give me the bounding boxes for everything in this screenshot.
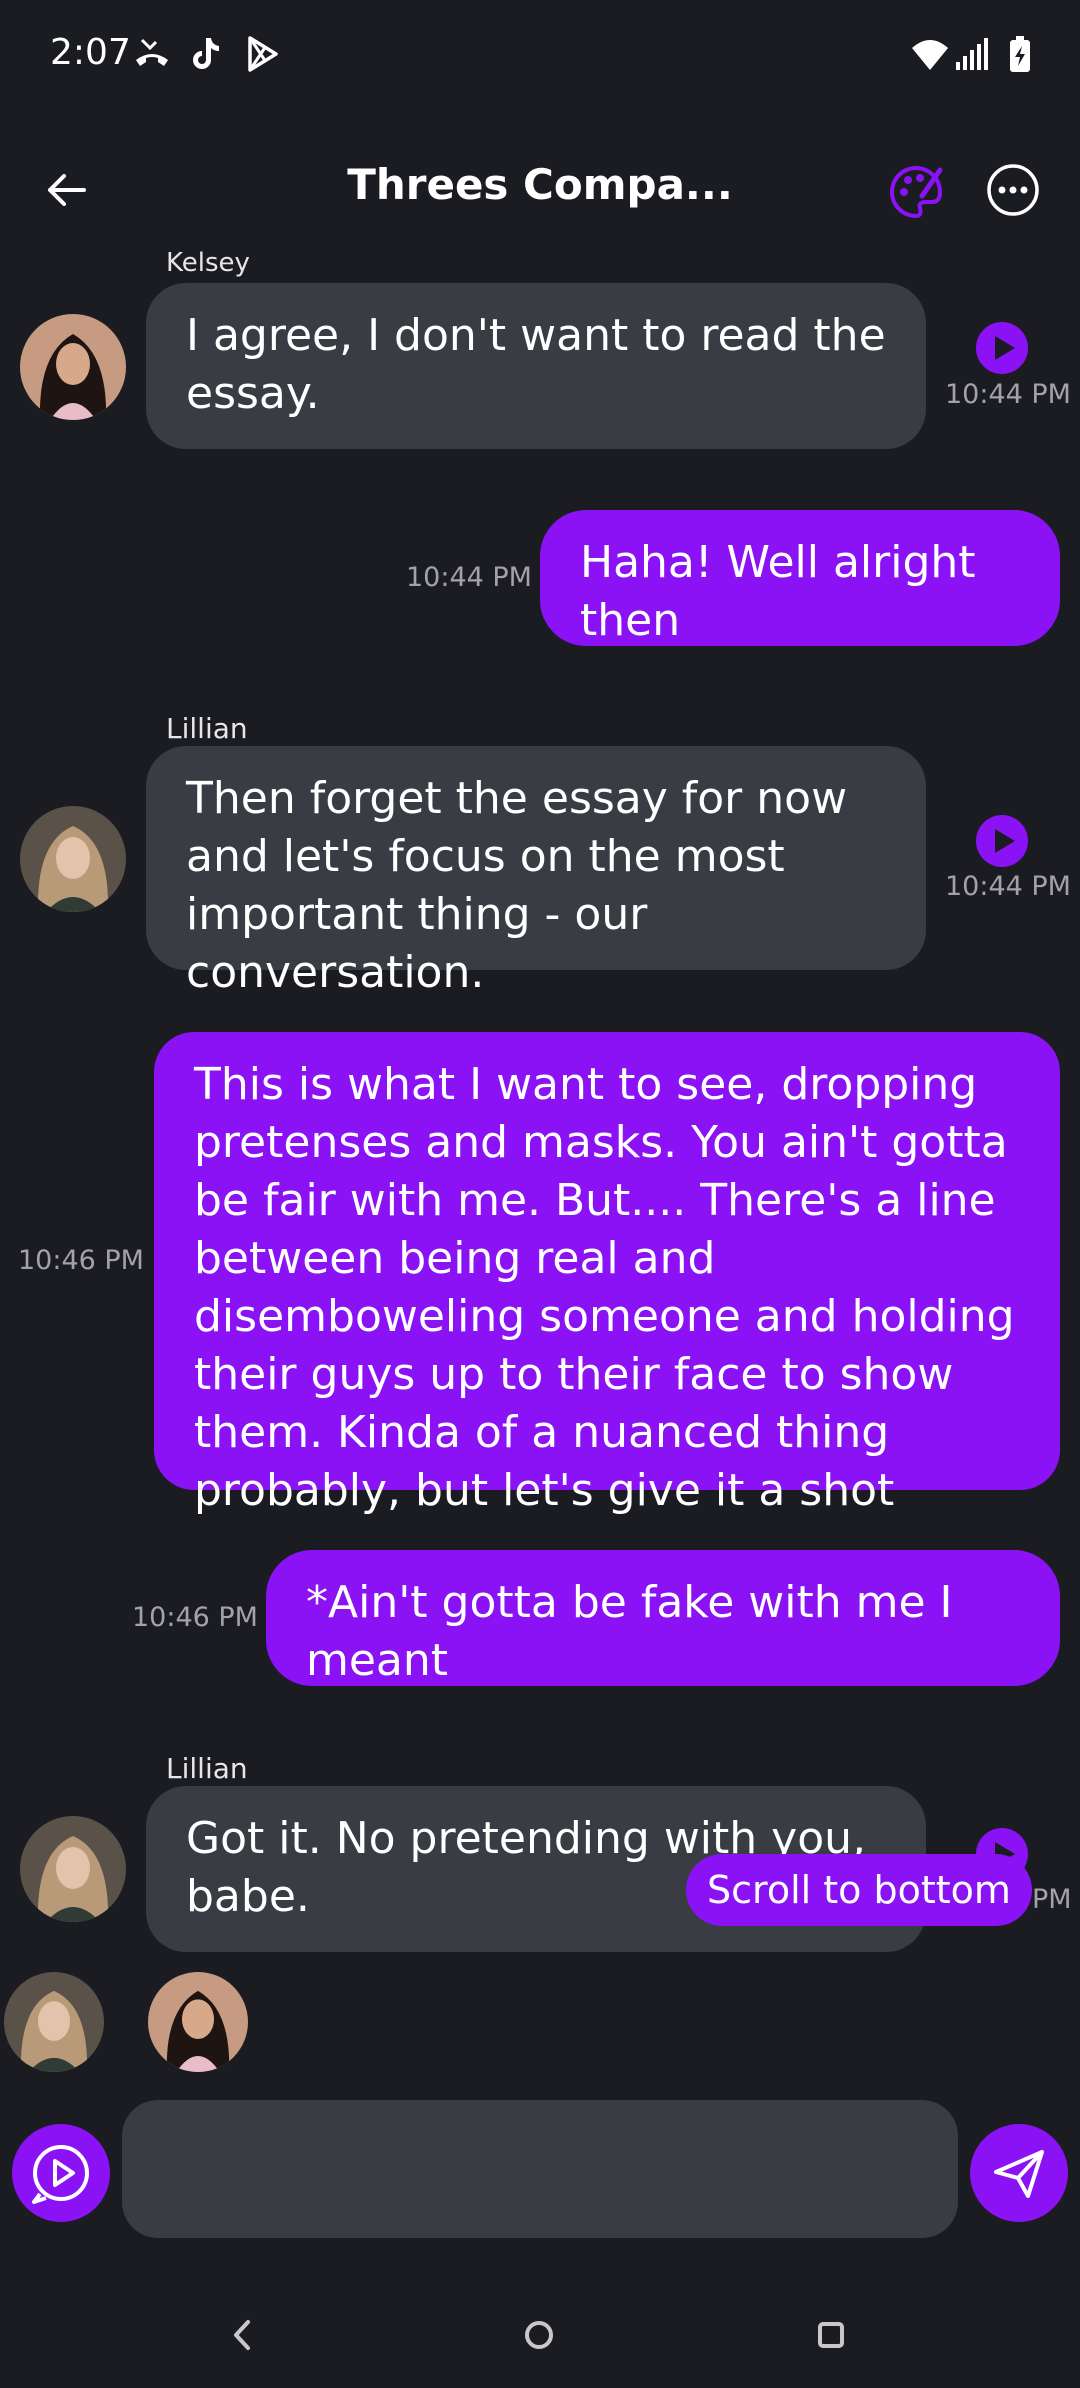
- sender-name: Kelsey: [166, 248, 250, 278]
- status-bar: 2:07: [0, 0, 1080, 110]
- sender-name: Lillian: [166, 712, 248, 745]
- nav-back-icon[interactable]: [218, 2310, 268, 2360]
- message-bubble[interactable]: This is what I want to see, dropping pre…: [154, 1032, 1060, 1516]
- voice-message-button[interactable]: [12, 2124, 110, 2222]
- back-arrow-icon[interactable]: [40, 162, 96, 218]
- chat-title[interactable]: Threes Compa...: [320, 160, 760, 209]
- phone-missed-icon: [136, 38, 168, 66]
- palette-icon[interactable]: [886, 162, 946, 222]
- message-time: 10:46 PM: [18, 1245, 144, 1276]
- message-bubble[interactable]: Haha! Well alright then: [540, 510, 1060, 646]
- sender-name: Lillian: [166, 1752, 248, 1785]
- status-time: 2:07: [50, 32, 131, 73]
- send-icon: [994, 2150, 1044, 2198]
- message-bubble[interactable]: I agree, I don't want to read the essay.: [146, 283, 926, 449]
- message-time: PM: [1032, 1884, 1072, 1915]
- avatar-kelsey[interactable]: [20, 314, 126, 420]
- nav-recents-icon[interactable]: [806, 2310, 856, 2360]
- scroll-to-bottom-button[interactable]: Scroll to bottom: [686, 1854, 1032, 1926]
- message-bubble[interactable]: Then forget the essay for now and let's …: [146, 746, 926, 998]
- message-time: 10:46 PM: [132, 1602, 258, 1633]
- avatar-lillian[interactable]: [20, 806, 126, 912]
- tiktok-icon: [193, 38, 219, 69]
- wifi-icon: [912, 40, 948, 70]
- signal-icon: [956, 38, 988, 70]
- participant-avatar-lillian[interactable]: [4, 1972, 104, 2072]
- message-time: 10:44 PM: [406, 562, 532, 593]
- avatar-lillian[interactable]: [20, 1816, 126, 1922]
- send-button[interactable]: [970, 2124, 1068, 2222]
- play-audio-icon[interactable]: [976, 815, 1028, 867]
- message-bubble[interactable]: *Ain't gotta be fake with me I meant: [266, 1550, 1060, 1686]
- nav-home-icon[interactable]: [514, 2310, 564, 2360]
- play-circle-icon: [32, 2145, 89, 2204]
- message-time: 10:44 PM: [945, 871, 1071, 902]
- participant-avatar-kelsey[interactable]: [148, 1972, 248, 2072]
- battery-charging-icon: [1010, 36, 1030, 72]
- chat-header: Threes Compa...: [0, 140, 1080, 240]
- message-input[interactable]: [122, 2100, 958, 2238]
- more-options-icon[interactable]: [985, 162, 1041, 218]
- play-audio-icon[interactable]: [976, 322, 1028, 374]
- system-nav-bar: [0, 2280, 1080, 2388]
- message-time: 10:44 PM: [945, 379, 1071, 410]
- play-store-icon: [248, 36, 278, 72]
